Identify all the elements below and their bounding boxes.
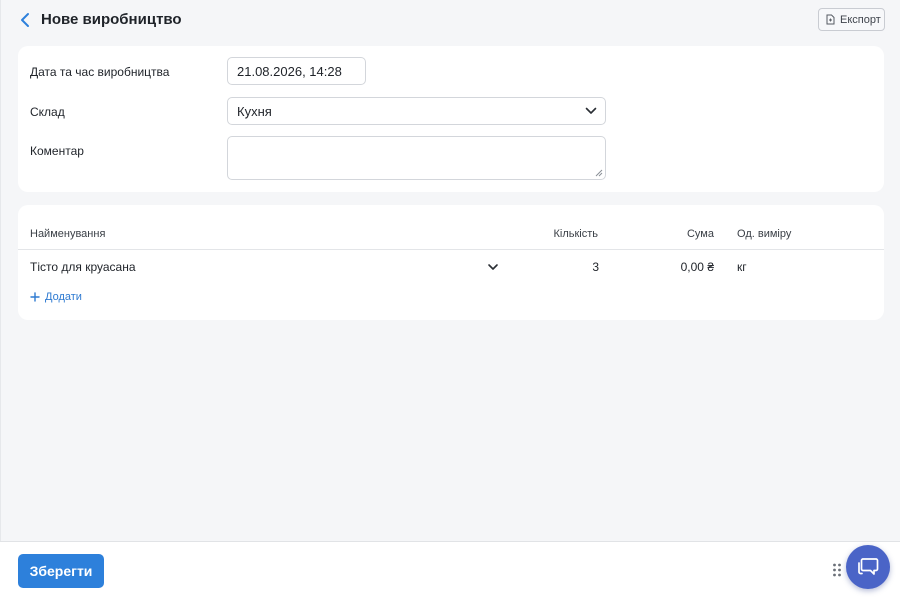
- warehouse-label: Склад: [30, 105, 65, 119]
- chat-icon: [858, 558, 879, 575]
- warehouse-value: Кухня: [237, 103, 272, 119]
- row-item-name[interactable]: Тісто для круасана: [30, 259, 136, 275]
- date-label: Дата та час виробництва: [30, 65, 170, 79]
- chevron-down-icon[interactable]: [486, 260, 500, 274]
- comment-textarea[interactable]: [227, 136, 606, 180]
- add-item-label: Додати: [45, 291, 82, 303]
- save-button[interactable]: Зберегти: [18, 554, 104, 588]
- export-button[interactable]: Експорт: [818, 8, 885, 31]
- chat-button[interactable]: [846, 545, 890, 589]
- header: Нове виробництво Експорт: [0, 0, 900, 40]
- comment-label: Коментар: [30, 144, 84, 158]
- warehouse-select[interactable]: Кухня: [227, 97, 606, 125]
- drag-handle-icon[interactable]: [832, 562, 842, 578]
- date-time-value: 21.08.2026, 14:28: [237, 63, 342, 79]
- export-label: Експорт: [840, 13, 881, 26]
- column-header-sum: Сума: [686, 228, 714, 240]
- production-form-card: Дата та час виробництва 21.08.2026, 14:2…: [18, 46, 884, 192]
- left-edge-divider: [0, 0, 1, 598]
- table-header-divider: [18, 249, 884, 250]
- back-button[interactable]: [16, 10, 34, 30]
- chevron-left-icon: [21, 13, 29, 27]
- row-sum: 0,00 ₴: [680, 260, 714, 274]
- page: Нове виробництво Експорт Дата та час вир…: [0, 0, 900, 598]
- column-header-unit: Од. виміру: [737, 228, 792, 240]
- items-table-card: Найменування Кількість Сума Од. виміру Т…: [18, 205, 884, 320]
- row-unit: кг: [737, 260, 747, 274]
- plus-icon: [30, 292, 40, 302]
- file-export-icon: [826, 14, 835, 25]
- date-time-field[interactable]: 21.08.2026, 14:28: [227, 57, 366, 85]
- column-header-name: Найменування: [30, 228, 106, 240]
- row-quantity[interactable]: 3: [518, 259, 599, 275]
- page-title: Нове виробництво: [41, 11, 182, 28]
- chevron-down-icon: [585, 107, 597, 114]
- add-item-button[interactable]: Додати: [30, 291, 82, 303]
- column-header-quantity: Кількість: [553, 228, 598, 240]
- resize-grip-icon[interactable]: [595, 169, 603, 177]
- footer-bar: Зберегти: [0, 541, 900, 598]
